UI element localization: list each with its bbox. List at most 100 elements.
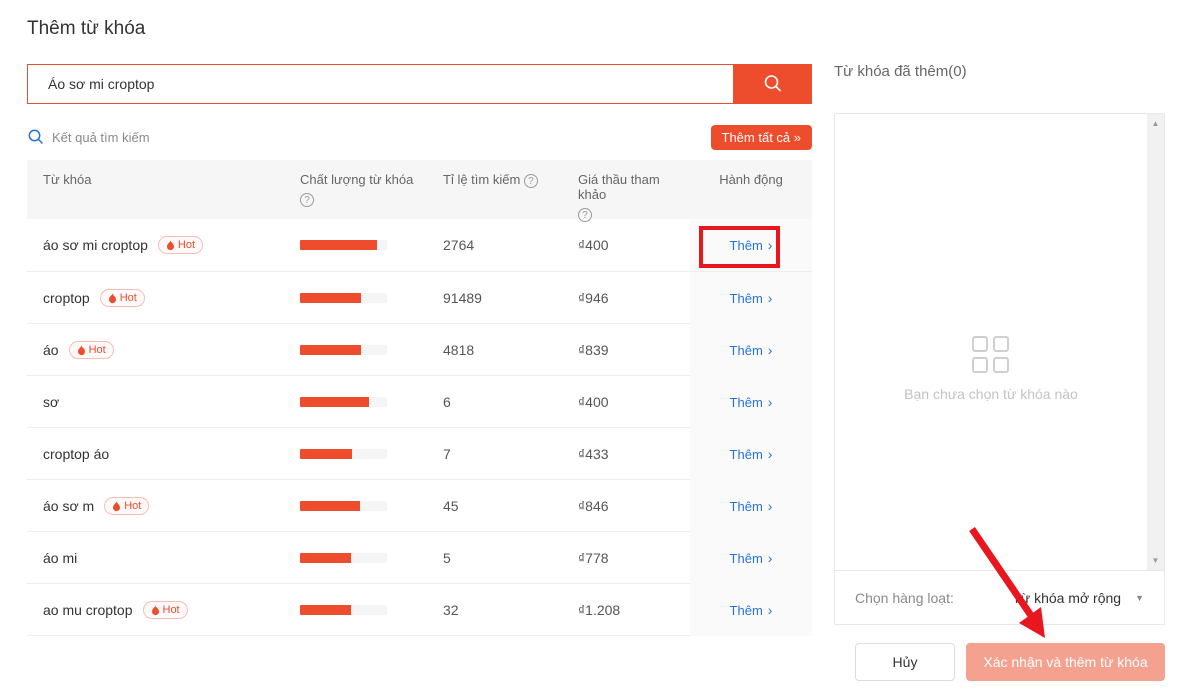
flame-icon [77,345,86,356]
results-label: Kết quả tìm kiếm [52,130,150,145]
table-row: ao mu croptop Hot 32 ₫1.208 Thêm › [27,583,812,635]
keyword-text: sơ [43,394,59,410]
quality-cell [300,240,443,250]
hot-label: Hot [124,500,141,512]
hot-badge: Hot [104,497,149,515]
add-keyword-link[interactable]: Thêm › [730,238,773,253]
add-link-label: Thêm [730,395,763,410]
bid-value: ₫846 [578,498,690,514]
table-row: croptop Hot 91489 ₫946 Thêm › [27,271,812,323]
bid-value: ₫400 [578,394,690,410]
quality-cell [300,345,443,355]
cancel-button[interactable]: Hủy [855,643,955,681]
add-keyword-link[interactable]: Thêm › [730,291,773,306]
search-input[interactable] [27,64,733,104]
search-volume: 91489 [443,290,578,306]
keyword-cell: áo sơ mi croptop Hot [27,236,300,254]
quality-bar [300,553,387,563]
search-volume: 4818 [443,342,578,358]
hot-label: Hot [89,344,106,356]
bid-value: ₫400 [578,237,690,253]
action-cell: Thêm › [690,428,812,480]
hot-badge: Hot [158,236,203,254]
quality-cell [300,293,443,303]
chevron-right-icon: › [768,551,773,565]
action-cell: Thêm › [690,532,812,584]
add-keyword-link[interactable]: Thêm › [730,343,773,358]
keyword-cell: áo Hot [27,341,300,359]
add-link-label: Thêm [730,603,763,618]
table-row: áo Hot 4818 ₫839 Thêm › [27,323,812,375]
quality-bar [300,501,387,511]
flame-icon [166,240,175,251]
add-all-button[interactable]: Thêm tất cả » [711,125,812,150]
quality-cell [300,605,443,615]
scroll-up-icon[interactable]: ▲ [1152,114,1160,133]
chevron-right-icon: › [768,343,773,357]
keyword-table: Từ khóa Chất lượng từ khóa ? Tỉ lệ tìm k… [27,160,812,636]
hot-label: Hot [120,292,137,304]
chevron-right-icon: › [768,238,773,252]
search-volume: 7 [443,446,578,462]
scrollbar[interactable]: ▲ ▼ [1147,114,1164,570]
bid-value: ₫1.208 [578,602,690,618]
hot-badge: Hot [143,601,188,619]
flame-icon [112,501,121,512]
chevron-right-icon: › [768,395,773,409]
chevron-right-icon: › [768,603,773,617]
bid-value: ₫778 [578,550,690,566]
batch-select-dropdown[interactable]: Từ khóa mở rộng ▼ [1012,590,1144,606]
batch-select-label: Chọn hàng loạt: [855,590,954,606]
add-keyword-link[interactable]: Thêm › [730,447,773,462]
keyword-text: áo mi [43,550,77,566]
empty-state: Bạn chưa chọn từ khóa nào [835,336,1147,402]
confirm-add-keywords-button[interactable]: Xác nhận và thêm từ khóa [966,643,1165,681]
add-keyword-link[interactable]: Thêm › [730,395,773,410]
add-keyword-link[interactable]: Thêm › [730,499,773,514]
keyword-cell: áo sơ m Hot [27,497,300,515]
search-volume: 5 [443,550,578,566]
search-rate-help-icon[interactable]: ? [524,174,538,188]
add-link-label: Thêm [730,238,763,253]
add-link-label: Thêm [730,291,763,306]
quality-bar-fill [300,293,361,303]
hot-badge: Hot [69,341,114,359]
add-keyword-link[interactable]: Thêm › [730,551,773,566]
add-link-label: Thêm [730,447,763,462]
action-cell: Thêm › [690,324,812,376]
keyword-cell: áo mi [27,550,300,566]
bid-value: ₫946 [578,290,690,306]
quality-bar-fill [300,240,377,250]
quality-bar [300,345,387,355]
table-row: áo sơ m Hot 45 ₫846 Thêm › [27,479,812,531]
keyword-cell: sơ [27,394,300,410]
scroll-down-icon[interactable]: ▼ [1152,551,1160,570]
keyword-text: croptop [43,290,90,306]
table-body: áo sơ mi croptop Hot 2764 ₫400 Thêm › [27,219,812,635]
quality-cell [300,501,443,511]
flame-icon [151,605,160,616]
keyword-text: áo sơ mi croptop [43,237,148,253]
table-row: croptop áo 7 ₫433 Thêm › [27,427,812,479]
keyword-text: croptop áo [43,446,109,462]
add-link-label: Thêm [730,499,763,514]
quality-bar [300,293,387,303]
page-title: Thêm từ khóa [27,18,145,40]
search-bar [27,64,812,104]
results-label-wrap: Kết quả tìm kiếm [27,128,150,146]
bid-help-icon[interactable]: ? [578,208,592,222]
add-link-label: Thêm [730,343,763,358]
add-link-label: Thêm [730,551,763,566]
quality-bar [300,605,387,615]
header-bid: Giá thầu tham khảo ? [578,160,690,222]
quality-help-icon[interactable]: ? [300,193,314,207]
add-keyword-link[interactable]: Thêm › [730,603,773,618]
chevron-right-icon: › [768,447,773,461]
quality-bar-fill [300,345,361,355]
search-button[interactable] [733,64,812,104]
chevron-right-icon: › [768,499,773,513]
action-cell: Thêm › [690,376,812,428]
search-volume: 2764 [443,237,578,253]
search-volume: 32 [443,602,578,618]
table-row: sơ 6 ₫400 Thêm › [27,375,812,427]
